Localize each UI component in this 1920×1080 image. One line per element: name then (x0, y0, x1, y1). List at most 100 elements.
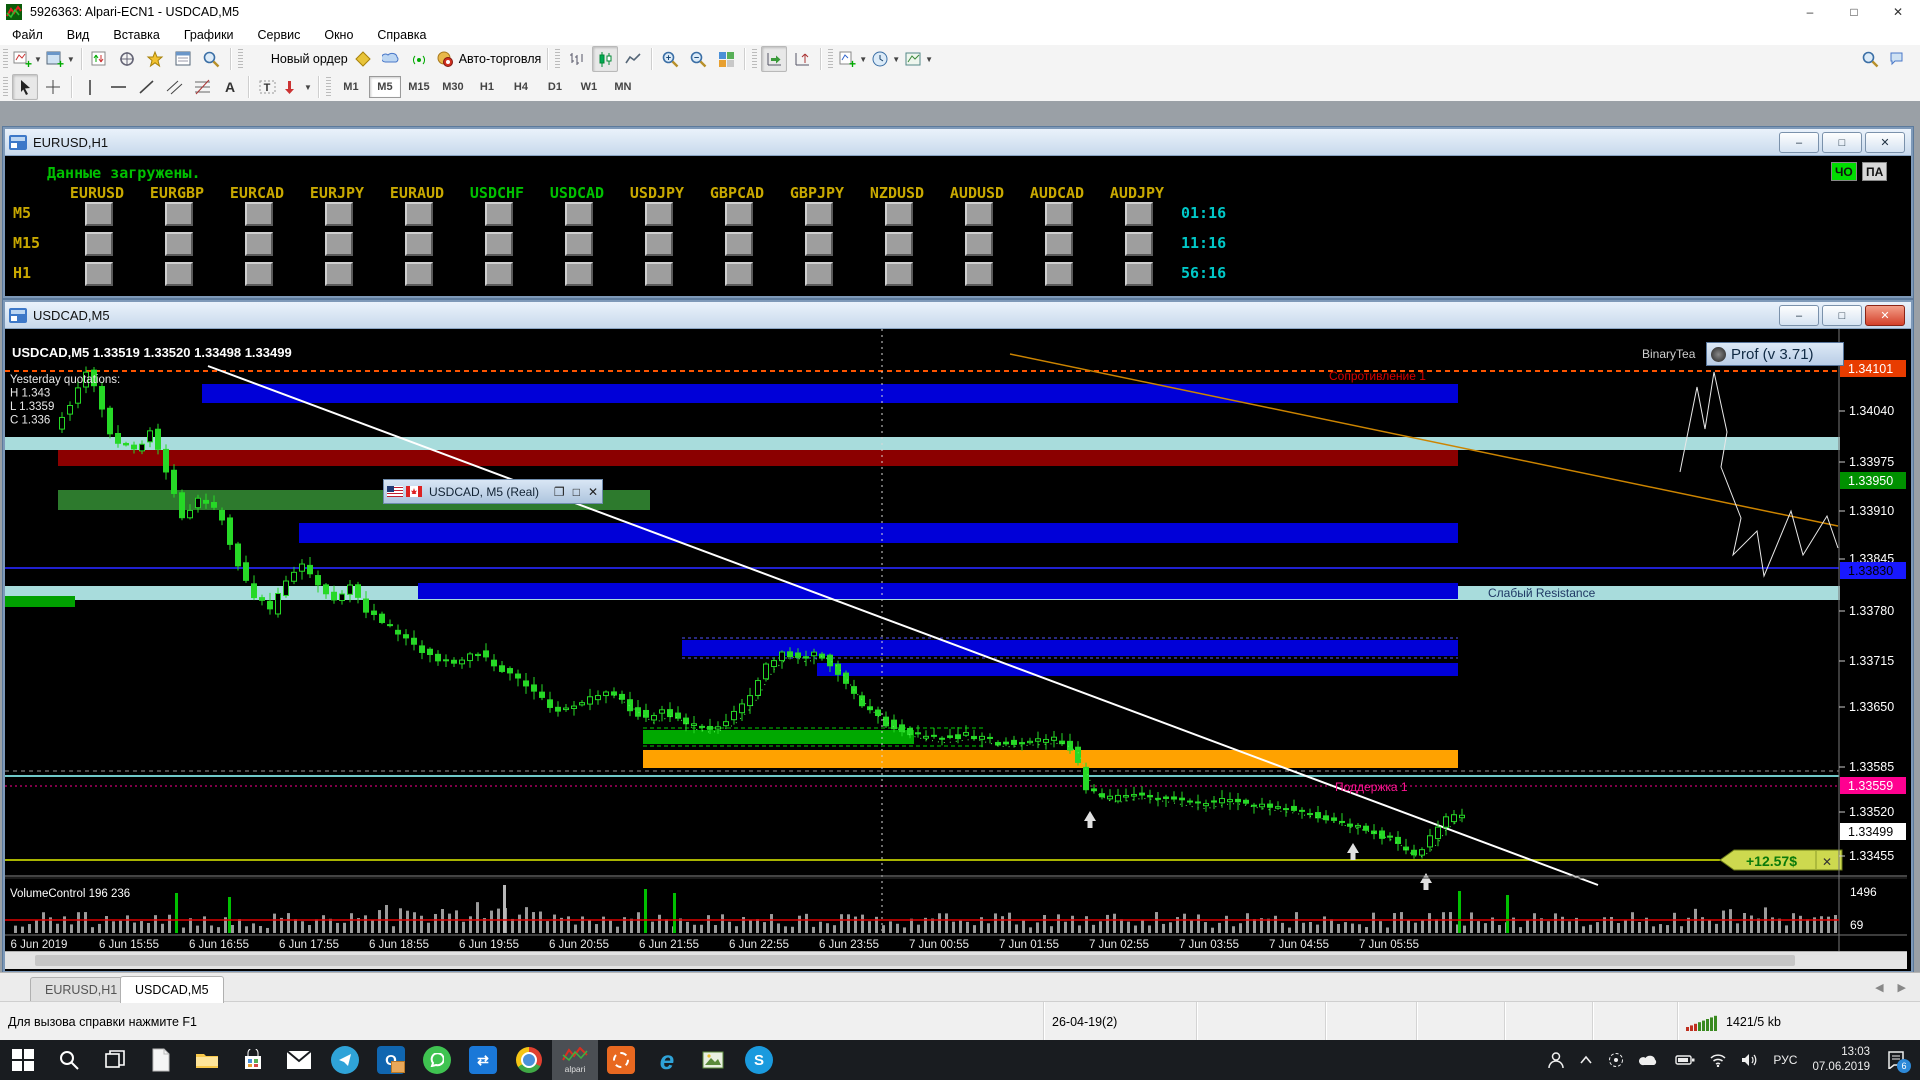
menu-Вставка[interactable]: Вставка (101, 26, 171, 44)
chart-window-titlebar[interactable]: USDCAD,M5 – □ ✕ (5, 302, 1911, 329)
taskbar-alpari-icon[interactable]: alpari (552, 1040, 598, 1080)
timeframe-M15[interactable]: M15 (403, 76, 435, 98)
indicator-badge[interactable]: Prof (v 3.71) (1706, 342, 1844, 366)
menu-Окно[interactable]: Окно (312, 26, 365, 44)
taskbar-image-viewer-icon[interactable] (690, 1040, 736, 1080)
timeframe-MN[interactable]: MN (607, 76, 639, 98)
arrows-dropdown-icon[interactable]: ▼ (304, 83, 312, 92)
timeframe-W1[interactable]: W1 (573, 76, 605, 98)
quotes-restore-button[interactable]: □ (1822, 132, 1862, 153)
main-title-bar[interactable]: 5926363: Alpari-ECN1 - USDCAD,M5 – □ ✕ (0, 0, 1920, 25)
terminal-icon[interactable] (171, 46, 197, 72)
timeframe-M1[interactable]: M1 (335, 76, 367, 98)
horizontal-line-icon[interactable] (105, 74, 131, 100)
taskbar-file-explorer-icon[interactable] (184, 1040, 230, 1080)
menu-Графики[interactable]: Графики (172, 26, 246, 44)
quotes-close-button[interactable]: ✕ (1865, 132, 1905, 153)
chart-restore-button[interactable]: □ (1822, 305, 1862, 326)
chat-icon[interactable] (1885, 46, 1911, 72)
tray-chevron-up-icon[interactable] (1579, 1055, 1593, 1065)
taskbar-telegram-icon[interactable] (322, 1040, 368, 1080)
tab-scroll-left-icon[interactable]: ◀ (1875, 981, 1883, 994)
minimize-button[interactable]: – (1788, 0, 1832, 24)
taskbar-notepad-icon[interactable] (138, 1040, 184, 1080)
timeframe-M30[interactable]: M30 (437, 76, 469, 98)
profiles-dropdown-icon[interactable]: ▼ (67, 55, 75, 64)
corner-button-ЧО[interactable]: ЧО (1831, 162, 1857, 181)
auto-scroll-icon[interactable] (761, 46, 787, 72)
taskbar-ms-store-icon[interactable] (230, 1040, 276, 1080)
timeframe-D1[interactable]: D1 (539, 76, 571, 98)
templates-dropdown-icon[interactable]: ▼ (925, 55, 933, 64)
menu-Справка[interactable]: Справка (365, 26, 438, 44)
maximize-button[interactable]: □ (1832, 0, 1876, 24)
taskbar-task-view-icon[interactable] (92, 1040, 138, 1080)
chart-minimize-button[interactable]: – (1779, 305, 1819, 326)
fibonacci-icon[interactable] (189, 74, 215, 100)
tray-user-icon[interactable] (1547, 1051, 1565, 1069)
tray-battery-icon[interactable] (1675, 1054, 1695, 1066)
strategy-tester-icon[interactable] (199, 46, 225, 72)
profit-tag-close-icon[interactable]: ✕ (1822, 855, 1832, 869)
tab-usdcad-m5[interactable]: USDCAD,M5 (120, 976, 224, 1003)
taskbar-teamviewer-icon[interactable]: ⇄ (460, 1040, 506, 1080)
periods-dropdown-icon[interactable]: ▼ (892, 55, 900, 64)
tray-language-indicator[interactable]: РУС (1773, 1053, 1797, 1067)
equidistant-channel-icon[interactable] (161, 74, 187, 100)
periods-icon[interactable]: ▼ (870, 46, 901, 72)
text-icon[interactable]: A (217, 74, 243, 100)
mini-maximize-icon[interactable]: □ (573, 485, 580, 499)
new-chart-icon[interactable]: +▼ (12, 46, 43, 72)
zoom-out-icon[interactable]: − (685, 46, 711, 72)
mini-chart-window[interactable]: USDCAD, M5 (Real) ❐ □ ✕ (383, 479, 603, 504)
corner-button-ПА[interactable]: ПА (1862, 162, 1887, 181)
templates-icon[interactable]: ▼ (903, 46, 934, 72)
taskbar-start-icon[interactable] (0, 1040, 46, 1080)
tray-volume-icon[interactable] (1741, 1053, 1759, 1067)
price-chart[interactable]: USDCAD,M5 1.33519 1.33520 1.33498 1.3349… (5, 329, 1907, 951)
line-chart-icon[interactable] (620, 46, 646, 72)
market-watch-icon[interactable] (87, 46, 113, 72)
taskbar-whatsapp-icon[interactable] (414, 1040, 460, 1080)
tray-notification-icon[interactable]: 6 (1886, 1051, 1906, 1069)
scrollbar-thumb[interactable] (35, 955, 1795, 966)
taskbar-screenshot-tool-icon[interactable] (598, 1040, 644, 1080)
menu-Вид[interactable]: Вид (55, 26, 102, 44)
tray-clock[interactable]: 13:0307.06.2019 (1812, 1045, 1870, 1075)
quotes-minimize-button[interactable]: – (1779, 132, 1819, 153)
tray-snip-icon[interactable] (1607, 1051, 1625, 1069)
tab-scroll-right-icon[interactable]: ▶ (1898, 981, 1906, 994)
auto-trading-icon[interactable]: Авто-торговля (435, 46, 543, 72)
metaeditor-icon[interactable] (351, 46, 377, 72)
navigator-icon[interactable] (143, 46, 169, 72)
taskbar-skype-icon[interactable]: S (736, 1040, 782, 1080)
candlestick-chart-icon[interactable] (592, 46, 618, 72)
text-label-icon[interactable]: T (254, 74, 280, 100)
menu-Файл[interactable]: Файл (0, 26, 55, 44)
signals-icon[interactable] (407, 46, 433, 72)
taskbar-chrome-icon[interactable] (506, 1040, 552, 1080)
taskbar-mail-icon[interactable] (276, 1040, 322, 1080)
search-icon[interactable] (1857, 46, 1883, 72)
tray-wifi-icon[interactable] (1709, 1053, 1727, 1067)
taskbar-edge-icon[interactable]: e (644, 1040, 690, 1080)
mql5-community-icon[interactable] (379, 46, 405, 72)
zoom-in-icon[interactable]: + (657, 46, 683, 72)
indicators-icon[interactable]: +▼ (837, 46, 868, 72)
trendline-icon[interactable] (133, 74, 159, 100)
new-chart-dropdown-icon[interactable]: ▼ (34, 55, 42, 64)
quotes-window-titlebar[interactable]: EURUSD,H1 – □ ✕ (5, 129, 1911, 156)
data-window-icon[interactable] (115, 46, 141, 72)
taskbar-outlook-icon[interactable]: O (368, 1040, 414, 1080)
tray-onedrive-icon[interactable] (1639, 1053, 1661, 1067)
indicators-dropdown-icon[interactable]: ▼ (859, 55, 867, 64)
timeframe-H1[interactable]: H1 (471, 76, 503, 98)
arrows-icon[interactable]: ▼ (282, 74, 313, 100)
mini-restore-icon[interactable]: ❐ (554, 485, 565, 499)
timeframe-H4[interactable]: H4 (505, 76, 537, 98)
mini-close-icon[interactable]: ✕ (588, 485, 598, 499)
crosshair-icon[interactable] (40, 74, 66, 100)
timeframe-M5[interactable]: M5 (369, 76, 401, 98)
chart-close-button[interactable]: ✕ (1865, 305, 1905, 326)
menu-Сервис[interactable]: Сервис (246, 26, 313, 44)
